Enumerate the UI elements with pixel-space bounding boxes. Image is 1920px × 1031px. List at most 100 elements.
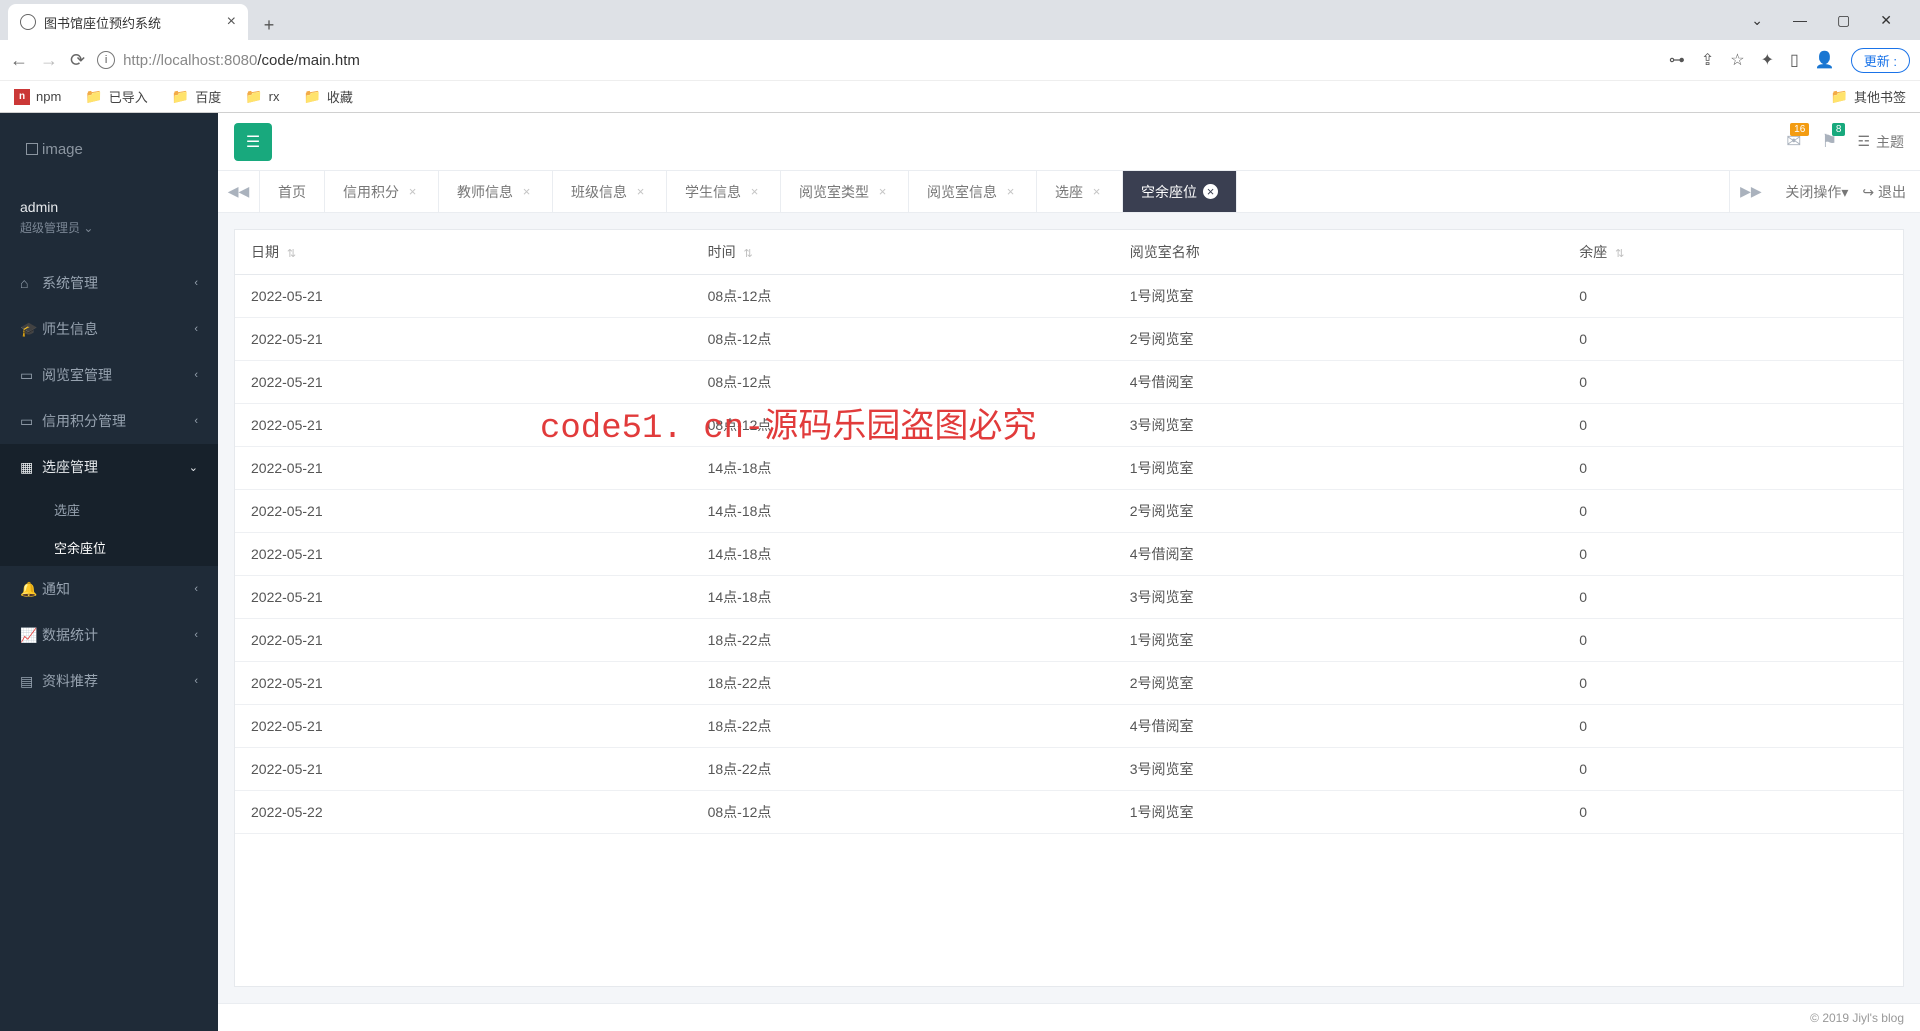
menu-toggle-button[interactable]: ☰ — [234, 123, 272, 161]
cell-left: 0 — [1563, 748, 1903, 791]
cell-left: 0 — [1563, 705, 1903, 748]
chevron-left-icon: ‹ — [194, 323, 198, 335]
minimize-icon[interactable]: — — [1793, 12, 1807, 29]
bookmark-fav[interactable]: 📁收藏 — [303, 87, 352, 106]
cell-date: 2022-05-21 — [235, 662, 692, 705]
app-tab[interactable]: 首页 — [260, 171, 325, 212]
tabs-actions: 关闭操作▾ ↪ 退出 — [1771, 171, 1920, 212]
table-row[interactable]: 2022-05-2118点-22点1号阅览室0 — [235, 619, 1903, 662]
close-icon[interactable]: × — [519, 184, 534, 199]
bookmark-rx[interactable]: 📁rx — [245, 88, 279, 105]
app-tab[interactable]: 学生信息× — [667, 171, 781, 212]
tabs-scroll-right[interactable]: ▶▶ — [1729, 171, 1771, 212]
tab-label: 阅览室类型 — [799, 182, 869, 202]
close-icon[interactable]: × — [747, 184, 762, 199]
cell-date: 2022-05-21 — [235, 361, 692, 404]
back-icon[interactable]: ← — [10, 50, 28, 71]
extension-icon[interactable]: ✦ — [1761, 50, 1774, 70]
user-role[interactable]: 超级管理员 ⌄ — [20, 219, 198, 236]
folder-icon: 📁 — [303, 88, 320, 105]
app: image admin 超级管理员 ⌄ ⌂系统管理‹🎓师生信息‹▭阅览室管理‹▭… — [0, 113, 1920, 1031]
sidebar-item-home[interactable]: ⌂系统管理‹ — [0, 260, 218, 306]
site-info-icon[interactable]: i — [97, 51, 115, 69]
flag-icon[interactable]: ⚑8 — [1821, 131, 1837, 152]
cell-time: 14点-18点 — [692, 576, 1114, 619]
update-button[interactable]: 更新 : — [1851, 48, 1910, 73]
sidebar-item-bell[interactable]: 🔔通知‹ — [0, 566, 218, 612]
column-header[interactable]: 日期 ⇅ — [235, 230, 692, 275]
cell-time: 08点-12点 — [692, 275, 1114, 318]
table-row[interactable]: 2022-05-2108点-12点2号阅览室0 — [235, 318, 1903, 361]
bookmark-baidu[interactable]: 📁百度 — [172, 87, 221, 106]
chevron-left-icon: ‹ — [194, 415, 198, 427]
sidebar-item-chart[interactable]: 📈数据统计‹ — [0, 612, 218, 658]
logout-button[interactable]: ↪ 退出 — [1862, 182, 1906, 202]
calendar-icon: ▦ — [20, 459, 42, 476]
table-row[interactable]: 2022-05-2114点-18点3号阅览室0 — [235, 576, 1903, 619]
new-tab-button[interactable]: + — [254, 10, 284, 40]
profile-icon[interactable]: 👤 — [1815, 50, 1835, 70]
star-icon[interactable]: ☆ — [1730, 50, 1744, 70]
app-tab[interactable]: 信用积分× — [325, 171, 439, 212]
submenu-item[interactable]: 选座 — [0, 490, 218, 528]
close-window-icon[interactable]: ✕ — [1880, 12, 1892, 29]
table-row[interactable]: 2022-05-2118点-22点3号阅览室0 — [235, 748, 1903, 791]
app-tab[interactable]: 空余座位× — [1123, 171, 1237, 212]
table-row[interactable]: 2022-05-2208点-12点1号阅览室0 — [235, 791, 1903, 834]
tabs-scroll-left[interactable]: ◀◀ — [218, 171, 260, 212]
table-row[interactable]: 2022-05-2108点-12点1号阅览室0 — [235, 275, 1903, 318]
table-row[interactable]: 2022-05-2114点-18点2号阅览室0 — [235, 490, 1903, 533]
close-icon[interactable]: × — [633, 184, 648, 199]
app-tab[interactable]: 班级信息 × — [553, 171, 667, 212]
cell-time: 08点-12点 — [692, 318, 1114, 361]
close-icon[interactable]: × — [875, 184, 890, 199]
column-header: 阅览室名称 — [1114, 230, 1563, 275]
other-bookmarks[interactable]: 📁其他书签 — [1831, 87, 1906, 106]
theme-button[interactable]: ☲主题 — [1857, 132, 1904, 152]
table-row[interactable]: 2022-05-2118点-22点4号借阅室0 — [235, 705, 1903, 748]
bookmark-import[interactable]: 📁已导入 — [85, 87, 147, 106]
forward-icon[interactable]: → — [40, 50, 58, 71]
close-icon[interactable]: × — [405, 184, 420, 199]
app-tab[interactable]: 阅览室信息× — [909, 171, 1037, 212]
sidebar-item-book[interactable]: ▭阅览室管理‹ — [0, 352, 218, 398]
column-header[interactable]: 余座 ⇅ — [1563, 230, 1903, 275]
app-tab[interactable]: 选座× — [1037, 171, 1123, 212]
table-wrap[interactable]: 日期 ⇅时间 ⇅阅览室名称余座 ⇅ 2022-05-2108点-12点1号阅览室… — [234, 229, 1904, 987]
browser-tab[interactable]: 图书馆座位预约系统 × — [8, 4, 248, 40]
close-icon[interactable]: × — [1003, 184, 1018, 199]
share-icon[interactable]: ⇪ — [1701, 50, 1714, 70]
sidebar-item-label: 选座管理 — [42, 457, 98, 477]
column-header[interactable]: 时间 ⇅ — [692, 230, 1114, 275]
app-tab[interactable]: 教师信息× — [439, 171, 553, 212]
close-ops-button[interactable]: 关闭操作▾ — [1785, 182, 1848, 202]
cell-room: 4号借阅室 — [1114, 361, 1563, 404]
panel-icon[interactable]: ▯ — [1790, 50, 1799, 70]
maximize-icon[interactable]: ▢ — [1837, 12, 1850, 29]
app-tab[interactable]: 阅览室类型 × — [781, 171, 909, 212]
bookmark-npm[interactable]: nnpm — [14, 89, 61, 105]
mail-icon[interactable]: ✉16 — [1786, 131, 1801, 152]
table-row[interactable]: 2022-05-2108点-12点4号借阅室0 — [235, 361, 1903, 404]
list-icon: ☲ — [1857, 133, 1870, 150]
sidebar-item-card[interactable]: ▭信用积分管理‹ — [0, 398, 218, 444]
sidebar-item-calendar[interactable]: ▦选座管理⌄ — [0, 444, 218, 490]
caret-down-icon[interactable]: ⌄ — [1751, 12, 1763, 29]
chevron-left-icon: ‹ — [194, 629, 198, 641]
tab-label: 班级信息 — [571, 182, 627, 202]
url-input[interactable]: i http://localhost:8080/code/main.htm — [97, 51, 1657, 69]
sidebar-item-doc[interactable]: ▤资料推荐‹ — [0, 658, 218, 704]
reload-icon[interactable]: ⟳ — [70, 50, 85, 71]
close-icon[interactable]: × — [1089, 184, 1104, 199]
folder-icon: 📁 — [1831, 88, 1848, 105]
cell-room: 3号阅览室 — [1114, 404, 1563, 447]
sidebar-item-grad[interactable]: 🎓师生信息‹ — [0, 306, 218, 352]
table-row[interactable]: 2022-05-2114点-18点4号借阅室0 — [235, 533, 1903, 576]
close-icon[interactable]: × — [227, 13, 236, 31]
table-row[interactable]: 2022-05-2108点-12点3号阅览室0 — [235, 404, 1903, 447]
table-row[interactable]: 2022-05-2118点-22点2号阅览室0 — [235, 662, 1903, 705]
table-row[interactable]: 2022-05-2114点-18点1号阅览室0 — [235, 447, 1903, 490]
close-icon[interactable]: × — [1203, 184, 1218, 199]
submenu-item[interactable]: 空余座位 — [0, 528, 218, 566]
key-icon[interactable]: ⊶ — [1669, 50, 1685, 70]
